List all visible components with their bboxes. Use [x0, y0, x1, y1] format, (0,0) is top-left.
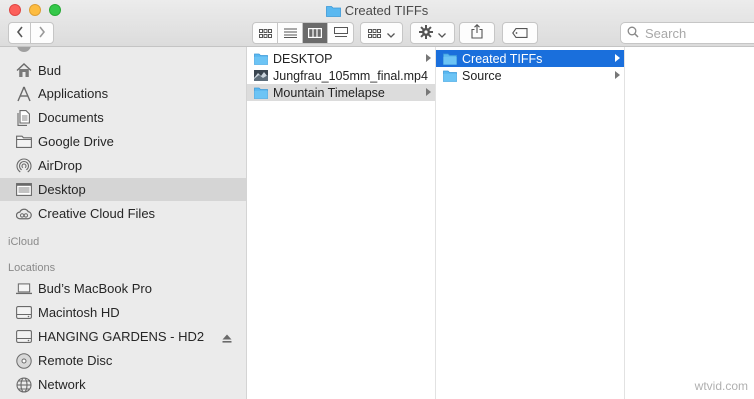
sidebar-item-creative-cloud-files[interactable]: Creative Cloud Files: [0, 202, 246, 225]
column-view-icon: [308, 26, 323, 41]
disclosure-arrow-icon: [615, 54, 620, 62]
sidebar-heading-icloud: iCloud: [8, 236, 40, 248]
back-button[interactable]: [9, 23, 31, 43]
chevron-right-icon: [38, 26, 46, 41]
drive-icon: [16, 305, 32, 321]
icon-view-icon: [258, 26, 272, 41]
sidebar-item-label: AirDrop: [38, 158, 83, 173]
gallery-view-icon: [333, 26, 348, 41]
laptop-icon: [16, 281, 32, 297]
recents-icon: [16, 47, 32, 53]
folder-icon: [325, 5, 341, 20]
browser-column-1: DESKTOP Jungfrau_105mm_final.mp4 Mountai…: [247, 47, 436, 399]
video-thumbnail-icon: [254, 70, 268, 82]
sidebar-item-label: Desktop: [38, 182, 86, 197]
drive-icon: [16, 329, 32, 345]
sidebar-item-label: Remote Disc: [38, 353, 113, 368]
sidebar-item-label: Macintosh HD: [38, 305, 120, 320]
sidebar-item-documents[interactable]: Documents: [0, 106, 246, 129]
sidebar-item-label: Google Drive: [38, 134, 114, 149]
browser-column-2: Created TIFFs Source: [436, 47, 625, 399]
sidebar-item-applications[interactable]: Applications: [0, 82, 246, 105]
action-button[interactable]: [410, 22, 455, 44]
gallery-view-button[interactable]: [328, 23, 353, 43]
share-icon: [471, 24, 483, 42]
back-forward-control: [8, 22, 54, 44]
disclosure-arrow-icon: [426, 88, 431, 96]
list-view-icon: [283, 26, 297, 41]
folder-icon: [254, 53, 268, 65]
sidebar-heading-locations: Locations: [8, 262, 56, 274]
airdrop-icon: [16, 157, 32, 174]
watermark: wtvid.com: [694, 379, 748, 393]
folder-icon: [16, 134, 32, 150]
chevron-down-icon: [387, 26, 395, 41]
folder-icon: [254, 87, 268, 99]
disclosure-arrow-icon: [615, 71, 620, 79]
home-icon: [16, 63, 32, 79]
folder-icon: [443, 53, 457, 65]
desktop-icon: [16, 182, 32, 198]
network-icon: [16, 376, 32, 393]
sidebar-item-label: Bud: [38, 63, 62, 78]
list-item[interactable]: Created TIFFs: [436, 50, 624, 67]
search-field[interactable]: [620, 22, 754, 44]
browser-column-3: [625, 47, 754, 399]
sidebar-item-label: Applications: [38, 86, 109, 101]
sidebar-item-label: Bud’s MacBook Pro: [38, 281, 152, 296]
list-item-label: DESKTOP: [273, 51, 333, 66]
gear-icon: [419, 24, 433, 42]
list-item-label: Mountain Timelapse: [273, 85, 385, 100]
group-icon: [368, 26, 381, 41]
list-item-label: Created TIFFs: [462, 51, 543, 66]
list-item-label: Jungfrau_105mm_final.mp4: [273, 68, 428, 83]
disc-icon: [16, 352, 32, 369]
sidebar-item-label: HANGING GARDENS - HD2: [38, 329, 205, 344]
forward-button[interactable]: [31, 23, 53, 43]
documents-icon: [16, 109, 32, 126]
list-item[interactable]: Source: [436, 67, 624, 84]
sidebar-item-network[interactable]: Network: [0, 373, 246, 396]
applications-icon: [16, 86, 32, 102]
sidebar-item-google-drive[interactable]: Google Drive: [0, 130, 246, 153]
eject-icon[interactable]: [222, 331, 232, 346]
sidebar: Bud Applications Documents Google Drive …: [0, 47, 247, 399]
list-item[interactable]: Jungfrau_105mm_final.mp4: [247, 67, 435, 84]
chevron-left-icon: [16, 26, 24, 41]
creative-cloud-icon: [16, 206, 32, 222]
window-title: Created TIFFs: [0, 3, 754, 20]
sidebar-item-desktop[interactable]: Desktop: [0, 178, 246, 201]
list-item[interactable]: Mountain Timelapse: [247, 84, 435, 101]
sidebar-item-airdrop[interactable]: AirDrop: [0, 154, 246, 177]
sidebar-item-label: Network: [38, 377, 86, 392]
disclosure-arrow-icon: [426, 54, 431, 62]
list-item[interactable]: DESKTOP: [247, 50, 435, 67]
sidebar-item-remote-disc[interactable]: Remote Disc: [0, 349, 246, 372]
tag-button[interactable]: [502, 22, 538, 44]
sidebar-item-macintosh-hd[interactable]: Macintosh HD: [0, 301, 246, 324]
window-title-text: Created TIFFs: [344, 3, 429, 18]
chevron-down-icon: [438, 26, 446, 41]
icon-view-button[interactable]: [253, 23, 278, 43]
column-view-button[interactable]: [303, 23, 328, 43]
sidebar-item-label: Documents: [38, 110, 104, 125]
sidebar-item-bud[interactable]: Bud: [0, 59, 246, 82]
tag-icon: [512, 26, 528, 41]
folder-icon: [443, 70, 457, 82]
sidebar-item-label: Creative Cloud Files: [38, 206, 156, 221]
view-mode-control: [252, 22, 354, 44]
search-input[interactable]: [643, 24, 747, 42]
group-button[interactable]: [360, 22, 403, 44]
sidebar-item-macbook-pro[interactable]: Bud’s MacBook Pro: [0, 277, 246, 300]
share-button[interactable]: [459, 22, 495, 44]
list-view-button[interactable]: [278, 23, 303, 43]
search-icon: [627, 26, 639, 41]
window-toolbar: Created TIFFs: [0, 0, 754, 47]
sidebar-item-hanging-gardens[interactable]: HANGING GARDENS - HD2: [0, 325, 246, 348]
list-item-label: Source: [462, 68, 502, 83]
